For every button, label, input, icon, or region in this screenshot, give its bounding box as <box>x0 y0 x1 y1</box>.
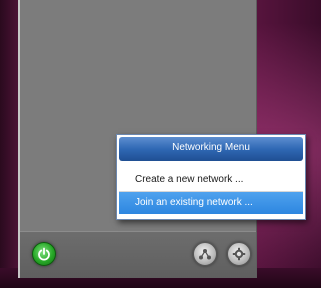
networking-menu: Networking Menu Create a new network ...… <box>116 134 306 220</box>
menu-item-label: Create a new network ... <box>135 174 244 185</box>
panel-footer <box>20 231 256 278</box>
networking-menu-title: Networking Menu <box>172 142 250 153</box>
network-button[interactable] <box>193 242 217 266</box>
menu-item-create-network[interactable]: Create a new network ... <box>119 169 303 191</box>
power-button[interactable] <box>32 242 56 266</box>
settings-button[interactable] <box>227 242 251 266</box>
menu-item-join-network[interactable]: Join an existing network ... <box>119 192 303 214</box>
network-icon <box>199 249 211 260</box>
settings-icon <box>232 247 246 261</box>
power-icon <box>38 247 50 261</box>
menu-item-label: Join an existing network ... <box>135 197 253 208</box>
networking-menu-header: Networking Menu <box>119 137 303 161</box>
